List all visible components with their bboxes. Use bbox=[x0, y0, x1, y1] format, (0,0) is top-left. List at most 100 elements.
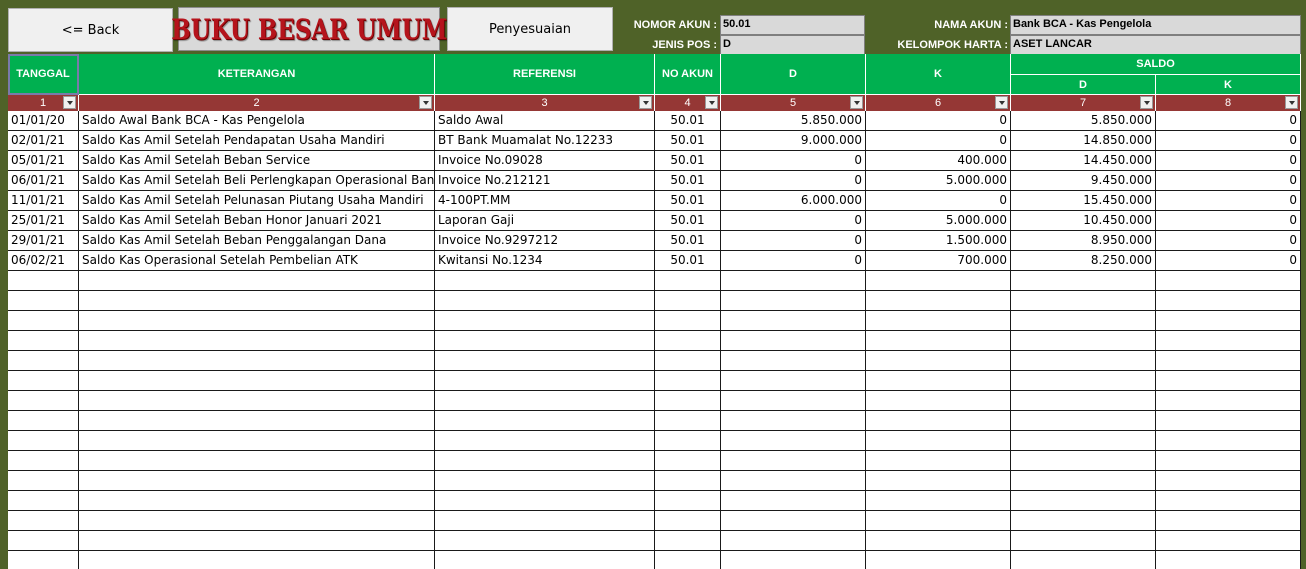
cell-saldo-debit[interactable] bbox=[1011, 371, 1156, 390]
filter-dropdown-icon[interactable] bbox=[1140, 96, 1153, 109]
cell-referensi[interactable] bbox=[435, 351, 655, 370]
cell-debit[interactable]: 9.000.000 bbox=[721, 131, 866, 150]
cell-tanggal[interactable]: 01/01/20 bbox=[8, 111, 79, 130]
cell-kredit[interactable] bbox=[866, 271, 1011, 290]
cell-no-akun[interactable] bbox=[655, 391, 721, 410]
cell-tanggal[interactable] bbox=[8, 511, 79, 530]
cell-saldo-debit[interactable] bbox=[1011, 351, 1156, 370]
cell-debit[interactable] bbox=[721, 491, 866, 510]
cell-saldo-kredit[interactable]: 0 bbox=[1156, 211, 1301, 230]
cell-no-akun[interactable] bbox=[655, 531, 721, 550]
filter-dropdown-icon[interactable] bbox=[63, 96, 76, 109]
cell-saldo-kredit[interactable] bbox=[1156, 451, 1301, 470]
cell-saldo-debit[interactable]: 5.850.000 bbox=[1011, 111, 1156, 130]
cell-saldo-debit[interactable]: 8.250.000 bbox=[1011, 251, 1156, 270]
cell-tanggal[interactable] bbox=[8, 411, 79, 430]
cell-debit[interactable] bbox=[721, 511, 866, 530]
cell-no-akun[interactable]: 50.01 bbox=[655, 191, 721, 210]
cell-tanggal[interactable] bbox=[8, 371, 79, 390]
cell-saldo-debit[interactable]: 14.450.000 bbox=[1011, 151, 1156, 170]
cell-debit[interactable] bbox=[721, 411, 866, 430]
cell-referensi[interactable]: Kwitansi No.1234 bbox=[435, 251, 655, 270]
cell-saldo-debit[interactable] bbox=[1011, 491, 1156, 510]
cell-kredit[interactable]: 0 bbox=[866, 111, 1011, 130]
cell-saldo-kredit[interactable] bbox=[1156, 391, 1301, 410]
cell-keterangan[interactable]: Saldo Kas Amil Setelah Beban Penggalanga… bbox=[79, 231, 435, 250]
cell-keterangan[interactable] bbox=[79, 511, 435, 530]
cell-saldo-kredit[interactable] bbox=[1156, 271, 1301, 290]
cell-keterangan[interactable]: Saldo Awal Bank BCA - Kas Pengelola bbox=[79, 111, 435, 130]
cell-no-akun[interactable] bbox=[655, 471, 721, 490]
cell-debit[interactable]: 0 bbox=[721, 151, 866, 170]
cell-referensi[interactable]: 4-100PT.MM bbox=[435, 191, 655, 210]
cell-kredit[interactable]: 5.000.000 bbox=[866, 211, 1011, 230]
cell-tanggal[interactable]: 11/01/21 bbox=[8, 191, 79, 210]
cell-keterangan[interactable]: Saldo Kas Amil Setelah Beli Perlengkapan… bbox=[79, 171, 435, 190]
cell-keterangan[interactable] bbox=[79, 551, 435, 569]
cell-no-akun[interactable] bbox=[655, 311, 721, 330]
cell-tanggal[interactable]: 25/01/21 bbox=[8, 211, 79, 230]
cell-saldo-debit[interactable] bbox=[1011, 531, 1156, 550]
cell-kredit[interactable] bbox=[866, 431, 1011, 450]
cell-referensi[interactable]: Invoice No.212121 bbox=[435, 171, 655, 190]
cell-saldo-kredit[interactable]: 0 bbox=[1156, 191, 1301, 210]
cell-kredit[interactable] bbox=[866, 291, 1011, 310]
cell-keterangan[interactable] bbox=[79, 491, 435, 510]
cell-referensi[interactable] bbox=[435, 391, 655, 410]
cell-keterangan[interactable]: Saldo Kas Amil Setelah Pelunasan Piutang… bbox=[79, 191, 435, 210]
cell-kredit[interactable] bbox=[866, 471, 1011, 490]
cell-no-akun[interactable]: 50.01 bbox=[655, 131, 721, 150]
cell-tanggal[interactable] bbox=[8, 491, 79, 510]
cell-keterangan[interactable] bbox=[79, 271, 435, 290]
cell-referensi[interactable] bbox=[435, 291, 655, 310]
cell-no-akun[interactable]: 50.01 bbox=[655, 211, 721, 230]
cell-referensi[interactable] bbox=[435, 451, 655, 470]
cell-saldo-debit[interactable] bbox=[1011, 271, 1156, 290]
header-debit[interactable]: D bbox=[721, 54, 866, 95]
cell-tanggal[interactable]: 06/01/21 bbox=[8, 171, 79, 190]
cell-saldo-kredit[interactable] bbox=[1156, 351, 1301, 370]
cell-tanggal[interactable] bbox=[8, 531, 79, 550]
header-kredit[interactable]: K bbox=[866, 54, 1011, 95]
cell-kredit[interactable]: 5.000.000 bbox=[866, 171, 1011, 190]
cell-saldo-debit[interactable] bbox=[1011, 471, 1156, 490]
cell-referensi[interactable] bbox=[435, 531, 655, 550]
cell-saldo-debit[interactable] bbox=[1011, 311, 1156, 330]
cell-referensi[interactable] bbox=[435, 331, 655, 350]
filter-dropdown-icon[interactable] bbox=[639, 96, 652, 109]
cell-keterangan[interactable]: Saldo Kas Amil Setelah Pendapatan Usaha … bbox=[79, 131, 435, 150]
cell-saldo-kredit[interactable]: 0 bbox=[1156, 111, 1301, 130]
cell-referensi[interactable] bbox=[435, 371, 655, 390]
cell-kredit[interactable]: 1.500.000 bbox=[866, 231, 1011, 250]
cell-tanggal[interactable]: 05/01/21 bbox=[8, 151, 79, 170]
cell-keterangan[interactable] bbox=[79, 531, 435, 550]
cell-kredit[interactable] bbox=[866, 351, 1011, 370]
cell-saldo-kredit[interactable] bbox=[1156, 511, 1301, 530]
cell-debit[interactable] bbox=[721, 431, 866, 450]
cell-no-akun[interactable]: 50.01 bbox=[655, 231, 721, 250]
cell-referensi[interactable] bbox=[435, 271, 655, 290]
cell-saldo-debit[interactable]: 10.450.000 bbox=[1011, 211, 1156, 230]
cell-no-akun[interactable] bbox=[655, 411, 721, 430]
cell-no-akun[interactable] bbox=[655, 371, 721, 390]
cell-keterangan[interactable] bbox=[79, 451, 435, 470]
cell-no-akun[interactable] bbox=[655, 491, 721, 510]
filter-dropdown-icon[interactable] bbox=[995, 96, 1008, 109]
cell-saldo-kredit[interactable] bbox=[1156, 291, 1301, 310]
cell-tanggal[interactable] bbox=[8, 311, 79, 330]
cell-saldo-kredit[interactable]: 0 bbox=[1156, 151, 1301, 170]
cell-debit[interactable]: 0 bbox=[721, 231, 866, 250]
cell-saldo-debit[interactable]: 15.450.000 bbox=[1011, 191, 1156, 210]
cell-saldo-kredit[interactable]: 0 bbox=[1156, 251, 1301, 270]
cell-saldo-debit[interactable] bbox=[1011, 511, 1156, 530]
cell-referensi[interactable]: BT Bank Muamalat No.12233 bbox=[435, 131, 655, 150]
cell-saldo-debit[interactable] bbox=[1011, 431, 1156, 450]
cell-referensi[interactable] bbox=[435, 411, 655, 430]
filter-dropdown-icon[interactable] bbox=[419, 96, 432, 109]
cell-no-akun[interactable] bbox=[655, 271, 721, 290]
cell-referensi[interactable] bbox=[435, 311, 655, 330]
cell-debit[interactable] bbox=[721, 471, 866, 490]
cell-debit[interactable] bbox=[721, 331, 866, 350]
cell-keterangan[interactable] bbox=[79, 471, 435, 490]
cell-tanggal[interactable] bbox=[8, 451, 79, 470]
